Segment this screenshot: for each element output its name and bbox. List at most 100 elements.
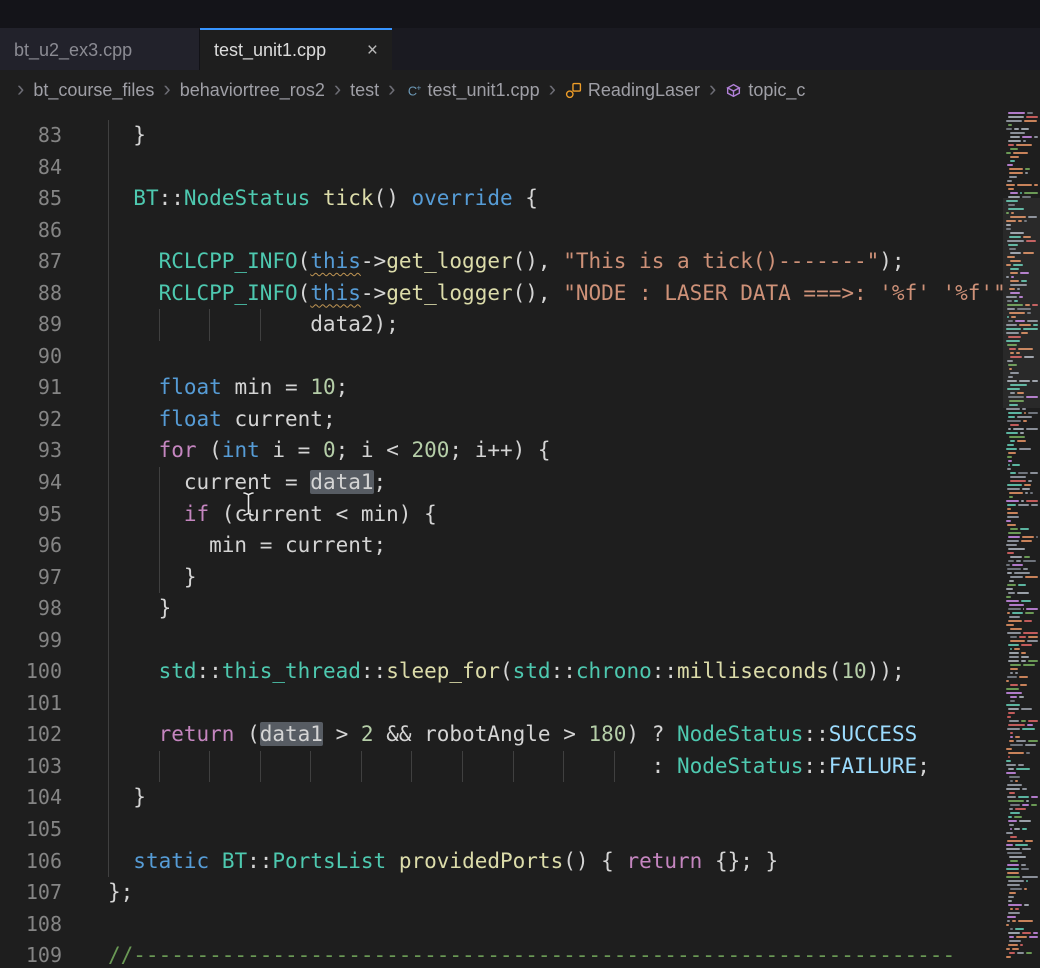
- code-token: milliseconds: [677, 659, 829, 683]
- code-line[interactable]: 90: [0, 341, 1040, 373]
- code-text[interactable]: float min = 10;: [108, 372, 1040, 404]
- code-line[interactable]: 106 static BT::PortsList providedPorts()…: [0, 846, 1040, 878]
- code-text[interactable]: RCLCPP_INFO(this->get_logger(), "NODE : …: [108, 278, 1040, 310]
- code-text[interactable]: : NodeStatus::FAILURE;: [108, 751, 1040, 783]
- code-text[interactable]: [108, 341, 1040, 373]
- code-line[interactable]: 86: [0, 215, 1040, 247]
- code-text[interactable]: BT::NodeStatus tick() override {: [108, 183, 1040, 215]
- code-line[interactable]: 89 data2);: [0, 309, 1040, 341]
- minimap-mark: [1019, 676, 1028, 678]
- minimap-mark: [1026, 880, 1028, 882]
- minimap-mark: [1006, 848, 1020, 850]
- code-text[interactable]: [108, 814, 1040, 846]
- minimap-mark: [1023, 608, 1025, 610]
- minimap-line: [1006, 812, 1038, 814]
- code-line[interactable]: 99: [0, 625, 1040, 657]
- code-text[interactable]: static BT::PortsList providedPorts() { r…: [108, 846, 1040, 878]
- code-line[interactable]: 100 std::this_thread::sleep_for(std::chr…: [0, 656, 1040, 688]
- code-line[interactable]: 107};: [0, 877, 1040, 909]
- minimap-mark: [1007, 468, 1011, 470]
- minimap-mark: [1018, 504, 1029, 506]
- minimap-mark: [1018, 584, 1027, 586]
- breadcrumb-item-topic_c[interactable]: topic_c: [725, 80, 805, 101]
- code-token: [108, 659, 159, 683]
- code-text[interactable]: }: [108, 120, 1040, 152]
- editor[interactable]: 83 }8485 BT::NodeStatus tick() override …: [0, 110, 1040, 968]
- code-line[interactable]: 88 RCLCPP_INFO(this->get_logger(), "NODE…: [0, 278, 1040, 310]
- minimap-mark: [1006, 588, 1013, 590]
- code-text[interactable]: data2);: [108, 309, 1040, 341]
- minimap-line: [1006, 324, 1038, 326]
- code-text[interactable]: [108, 909, 1040, 941]
- minimap-line: [1006, 700, 1038, 702]
- code-text[interactable]: }: [108, 782, 1040, 814]
- minimap-line: [1006, 588, 1038, 590]
- code-text[interactable]: [108, 152, 1040, 184]
- code-line[interactable]: 108: [0, 909, 1040, 941]
- code-line[interactable]: 93 for (int i = 0; i < 200; i++) {: [0, 435, 1040, 467]
- line-number: 102: [0, 719, 62, 751]
- minimap-mark: [1017, 288, 1020, 290]
- code-line[interactable]: 97 }: [0, 562, 1040, 594]
- minimap[interactable]: [1003, 110, 1040, 968]
- breadcrumb-item-test[interactable]: test: [350, 80, 379, 101]
- minimap-line: [1006, 912, 1038, 914]
- minimap-line: [1006, 456, 1038, 458]
- minimap-line: [1006, 368, 1038, 370]
- code-text[interactable]: std::this_thread::sleep_for(std::chrono:…: [108, 656, 1040, 688]
- minimap-line: [1006, 800, 1038, 802]
- tab-test_unit1[interactable]: test_unit1.cpp ×: [200, 28, 392, 70]
- minimap-line: [1006, 520, 1038, 522]
- breadcrumb-item-behaviortree_ros2[interactable]: behaviortree_ros2: [180, 80, 325, 101]
- minimap-line: [1006, 136, 1038, 138]
- code-line[interactable]: 105: [0, 814, 1040, 846]
- code-text[interactable]: float current;: [108, 404, 1040, 436]
- code-text[interactable]: min = current;: [108, 530, 1040, 562]
- code-line[interactable]: 95 if (current < min) {: [0, 499, 1040, 531]
- breadcrumb-label: topic_c: [748, 80, 805, 101]
- minimap-line: [1006, 552, 1038, 554]
- code-token: "NODE : LASER DATA ===>: '%f' '%f'",: [563, 281, 1018, 305]
- minimap-mark: [1009, 404, 1018, 406]
- code-line[interactable]: 84: [0, 152, 1040, 184]
- code-text[interactable]: }: [108, 593, 1040, 625]
- minimap-line: [1006, 436, 1038, 438]
- code-line[interactable]: 98 }: [0, 593, 1040, 625]
- code-text[interactable]: };: [108, 877, 1040, 909]
- code-line[interactable]: 101: [0, 688, 1040, 720]
- code-line[interactable]: 96 min = current;: [0, 530, 1040, 562]
- close-tab-icon[interactable]: ×: [367, 41, 378, 60]
- code-text[interactable]: [108, 688, 1040, 720]
- code-text[interactable]: }: [108, 562, 1040, 594]
- code-line[interactable]: 83 }: [0, 120, 1040, 152]
- breadcrumb-item-ReadingLaser[interactable]: ReadingLaser: [565, 80, 700, 101]
- code-line[interactable]: 104 }: [0, 782, 1040, 814]
- code-token: data1: [310, 470, 373, 494]
- code-text[interactable]: [108, 625, 1040, 657]
- code-text[interactable]: RCLCPP_INFO(this->get_logger(), "This is…: [108, 246, 1040, 278]
- code-line[interactable]: 85 BT::NodeStatus tick() override {: [0, 183, 1040, 215]
- tab-bt_u2_ex3[interactable]: bt_u2_ex3.cpp: [0, 28, 200, 70]
- code-text[interactable]: for (int i = 0; i < 200; i++) {: [108, 435, 1040, 467]
- code-text[interactable]: return (data1 > 2 && robotAngle > 180) ?…: [108, 719, 1040, 751]
- minimap-mark: [1010, 696, 1017, 698]
- breadcrumb-item-test_unit1.cpp[interactable]: C+test_unit1.cpp: [405, 80, 540, 101]
- code-line[interactable]: 92 float current;: [0, 404, 1040, 436]
- minimap-line: [1006, 860, 1038, 862]
- minimap-mark: [1015, 808, 1027, 810]
- code-line[interactable]: 94 current = data1;: [0, 467, 1040, 499]
- minimap-mark: [1021, 656, 1029, 658]
- minimap-mark: [1008, 820, 1017, 822]
- breadcrumb-item-bt_course_files[interactable]: bt_course_files: [33, 80, 154, 101]
- code-text[interactable]: //--------------------------------------…: [108, 940, 1040, 968]
- code-token: providedPorts: [399, 849, 563, 873]
- code-text[interactable]: [108, 215, 1040, 247]
- line-number: 83: [0, 120, 62, 152]
- code-line[interactable]: 91 float min = 10;: [0, 372, 1040, 404]
- code-line[interactable]: 103 : NodeStatus::FAILURE;: [0, 751, 1040, 783]
- code-line[interactable]: 87 RCLCPP_INFO(this->get_logger(), "This…: [0, 246, 1040, 278]
- code-token: RCLCPP_INFO: [159, 249, 298, 273]
- code-line[interactable]: 102 return (data1 > 2 && robotAngle > 18…: [0, 719, 1040, 751]
- code-line[interactable]: 109//-----------------------------------…: [0, 940, 1040, 968]
- code-token: [108, 438, 159, 462]
